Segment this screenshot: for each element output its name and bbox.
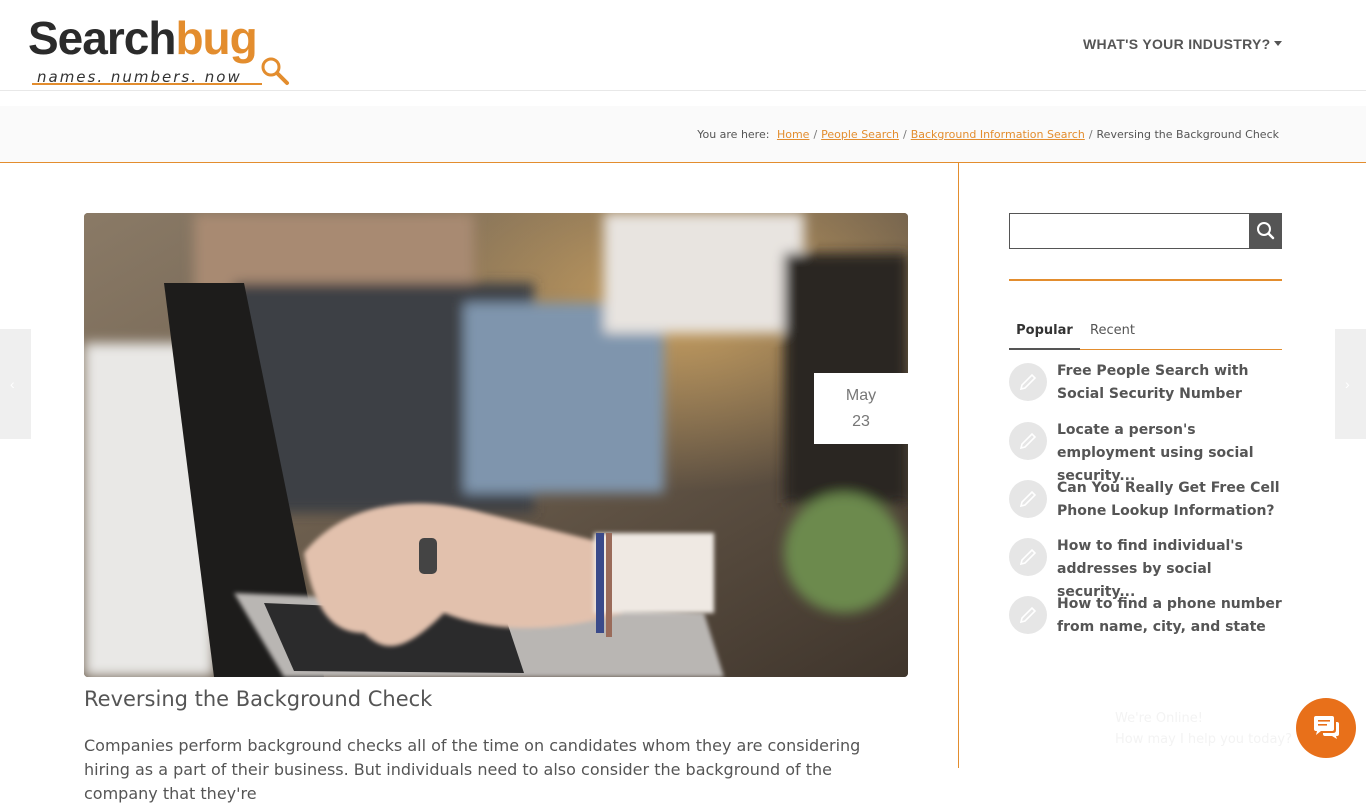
- previous-post-arrow[interactable]: ‹: [0, 329, 31, 439]
- breadcrumb-separator: /: [1088, 128, 1093, 141]
- breadcrumb-prefix: You are here:: [697, 128, 770, 141]
- list-item[interactable]: Can You Really Get Free Cell Phone Looku…: [1009, 477, 1282, 527]
- industry-menu-label: WHAT'S YOUR INDUSTRY?: [1083, 36, 1271, 52]
- pencil-icon: [1009, 538, 1047, 576]
- list-item[interactable]: Free People Search with Social Security …: [1009, 360, 1282, 410]
- post-date-month: May: [845, 387, 877, 404]
- popular-post-link[interactable]: Free People Search with Social Security …: [1057, 360, 1282, 406]
- breadcrumb: You are here: Home / People Search / Backgro…: [697, 128, 1279, 141]
- post-title[interactable]: Reversing the Background Check: [84, 687, 432, 711]
- logo-tagline: names. numbers. now: [37, 68, 242, 86]
- breadcrumb-link-home[interactable]: Home: [777, 128, 809, 141]
- breadcrumb-current: Reversing the Background Check: [1096, 128, 1279, 141]
- tab-popular[interactable]: Popular: [1009, 323, 1080, 350]
- chevron-left-icon: ‹: [10, 376, 15, 392]
- sidebar-tabs: Popular Recent: [1009, 320, 1282, 350]
- industry-dropdown-menu[interactable]: WHAT'S YOUR INDUSTRY?: [1083, 36, 1283, 52]
- tab-recent[interactable]: Recent: [1090, 323, 1135, 338]
- chat-greeting-line1: We're Online!: [1115, 711, 1203, 726]
- magnifier-logo-icon: [261, 57, 289, 85]
- pencil-icon: [1009, 480, 1047, 518]
- breadcrumb-separator: /: [903, 128, 907, 141]
- pencil-icon: [1009, 363, 1047, 401]
- chat-greeting-line2: How may I help you today?: [1115, 732, 1293, 747]
- searchbug-logo[interactable]: Searchbug names. numbers. now: [28, 12, 290, 88]
- breadcrumb-separator: /: [813, 128, 818, 141]
- sidebar-rule: [1009, 279, 1282, 281]
- list-item[interactable]: Locate a person's employment using socia…: [1009, 419, 1282, 484]
- list-item[interactable]: How to find individual's addresses by so…: [1009, 535, 1282, 600]
- chat-greeting[interactable]: We're Online! How may I help you today?: [1115, 708, 1292, 750]
- pencil-icon: [1009, 596, 1047, 634]
- search-input[interactable]: [1009, 213, 1250, 249]
- sidebar-divider: [958, 163, 959, 768]
- next-post-arrow[interactable]: ›: [1335, 329, 1366, 439]
- popular-post-link[interactable]: Can You Really Get Free Cell Phone Looku…: [1057, 477, 1282, 523]
- logo-wordmark: Searchbug: [28, 12, 258, 64]
- post-date-day: 23: [852, 413, 870, 430]
- chat-bubble-icon: [1314, 716, 1339, 739]
- chevron-right-icon: ›: [1345, 376, 1350, 392]
- breadcrumb-bar: You are here: Home / People Search / Backgro…: [0, 106, 1366, 163]
- post-featured-image[interactable]: [84, 213, 908, 677]
- breadcrumb-link-people-search[interactable]: People Search: [821, 128, 899, 141]
- search-icon: [1257, 222, 1275, 240]
- caret-down-icon: [1274, 41, 1283, 46]
- site-header: Searchbug names. numbers. now WHAT'S YOU…: [0, 0, 1366, 91]
- sidebar-search: [1009, 213, 1282, 249]
- breadcrumb-link-background-search[interactable]: Background Information Search: [911, 128, 1085, 141]
- post-excerpt: Companies perform background checks all …: [84, 736, 861, 803]
- pencil-icon: [1009, 422, 1047, 460]
- popular-post-link[interactable]: How to find a phone number from name, ci…: [1057, 593, 1282, 639]
- post-date-badge: May 23: [814, 373, 908, 444]
- chat-launcher-button[interactable]: [1296, 698, 1356, 758]
- list-item[interactable]: How to find a phone number from name, ci…: [1009, 593, 1282, 643]
- search-button[interactable]: [1249, 213, 1282, 249]
